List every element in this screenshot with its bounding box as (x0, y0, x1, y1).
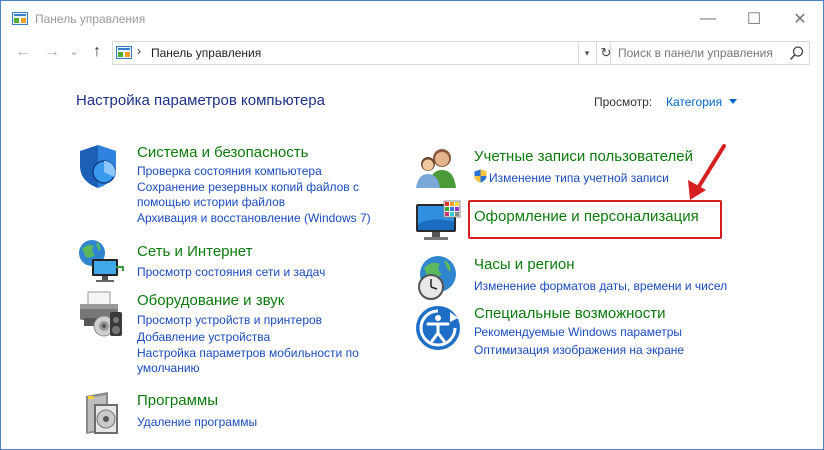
link-check-computer-status[interactable]: Проверка состояния компьютера (137, 164, 322, 178)
link-change-account-type[interactable]: Изменение типа учетной записи (489, 171, 669, 185)
title-bar: Панель управления — ☐ ✕ (1, 1, 823, 37)
control-panel-icon (12, 12, 28, 25)
breadcrumb-control-panel[interactable]: Панель управления (151, 46, 261, 60)
search-placeholder: Поиск в панели управления (618, 46, 773, 60)
chevron-down-icon: ▾ (584, 47, 590, 58)
view-by-dropdown[interactable]: Категория (666, 95, 722, 109)
link-uninstall-program[interactable]: Удаление программы (137, 415, 257, 429)
search-input[interactable]: Поиск в панели управления (610, 41, 810, 65)
dropdown-arrow-icon[interactable] (729, 99, 737, 104)
category-network-internet[interactable]: Сеть и Интернет (137, 243, 253, 260)
printer-icon[interactable] (76, 290, 124, 338)
link-optimize-display[interactable]: Оптимизация изображения на экране (474, 343, 684, 357)
category-programs[interactable]: Программы (137, 392, 218, 409)
category-ease-of-access[interactable]: Специальные возможности (474, 305, 666, 322)
recent-locations-button[interactable]: ⌄ (65, 43, 83, 61)
view-by-label: Просмотр: (594, 95, 653, 109)
forward-button[interactable]: → (43, 43, 61, 61)
link-mobility-settings[interactable]: Настройка параметров мобильности по (137, 346, 359, 360)
back-button[interactable]: ← (14, 43, 32, 61)
page-title: Настройка параметров компьютера (76, 92, 325, 109)
category-appearance-personalization[interactable]: Оформление и персонализация (474, 208, 699, 225)
link-file-history-backup[interactable]: Сохранение резервных копий файлов с (137, 180, 359, 194)
category-user-accounts[interactable]: Учетные записи пользователей (474, 148, 693, 165)
network-globe-icon[interactable] (76, 237, 124, 285)
link-view-devices-printers[interactable]: Просмотр устройств и принтеров (137, 313, 322, 327)
category-hardware-sound[interactable]: Оборудование и звук (137, 292, 284, 309)
window-title: Панель управления (35, 12, 146, 26)
programs-icon[interactable] (76, 390, 124, 438)
navigation-bar: ← → ⌄ ↑ › Панель управления ▾ ↻ Поиск в … (1, 37, 823, 67)
link-change-date-formats[interactable]: Изменение форматов даты, времени и чисел (474, 279, 727, 293)
up-button[interactable]: ↑ (88, 43, 106, 61)
minimize-button[interactable]: — (685, 1, 731, 37)
breadcrumb-separator-icon: › (137, 44, 141, 58)
annotation-arrow-icon (688, 144, 726, 200)
control-panel-icon (116, 46, 132, 59)
category-clock-region[interactable]: Часы и регион (474, 256, 575, 273)
link-backup-restore[interactable]: Архивация и восстановление (Windows 7) (137, 211, 371, 225)
close-button[interactable]: ✕ (777, 1, 823, 37)
link-recommended-settings[interactable]: Рекомендуемые Windows параметры (474, 325, 682, 339)
clock-region-icon[interactable] (414, 254, 462, 302)
search-icon[interactable] (789, 45, 805, 61)
uac-shield-icon (474, 169, 487, 183)
link-network-status[interactable]: Просмотр состояния сети и задач (137, 265, 325, 279)
link-mobility-settings-cont[interactable]: умолчанию (137, 361, 200, 375)
link-add-device[interactable]: Добавление устройства (137, 330, 270, 344)
category-system-security[interactable]: Система и безопасность (137, 144, 308, 161)
ease-of-access-icon[interactable] (414, 304, 462, 352)
maximize-button[interactable]: ☐ (731, 1, 777, 37)
shield-icon[interactable] (76, 142, 124, 190)
personalization-monitor-icon[interactable] (414, 198, 462, 246)
address-bar[interactable]: › Панель управления (112, 41, 579, 65)
link-file-history-backup-cont[interactable]: помощью истории файлов (137, 195, 285, 209)
address-dropdown-button[interactable]: ▾ (578, 41, 597, 65)
user-accounts-icon[interactable] (414, 144, 462, 192)
